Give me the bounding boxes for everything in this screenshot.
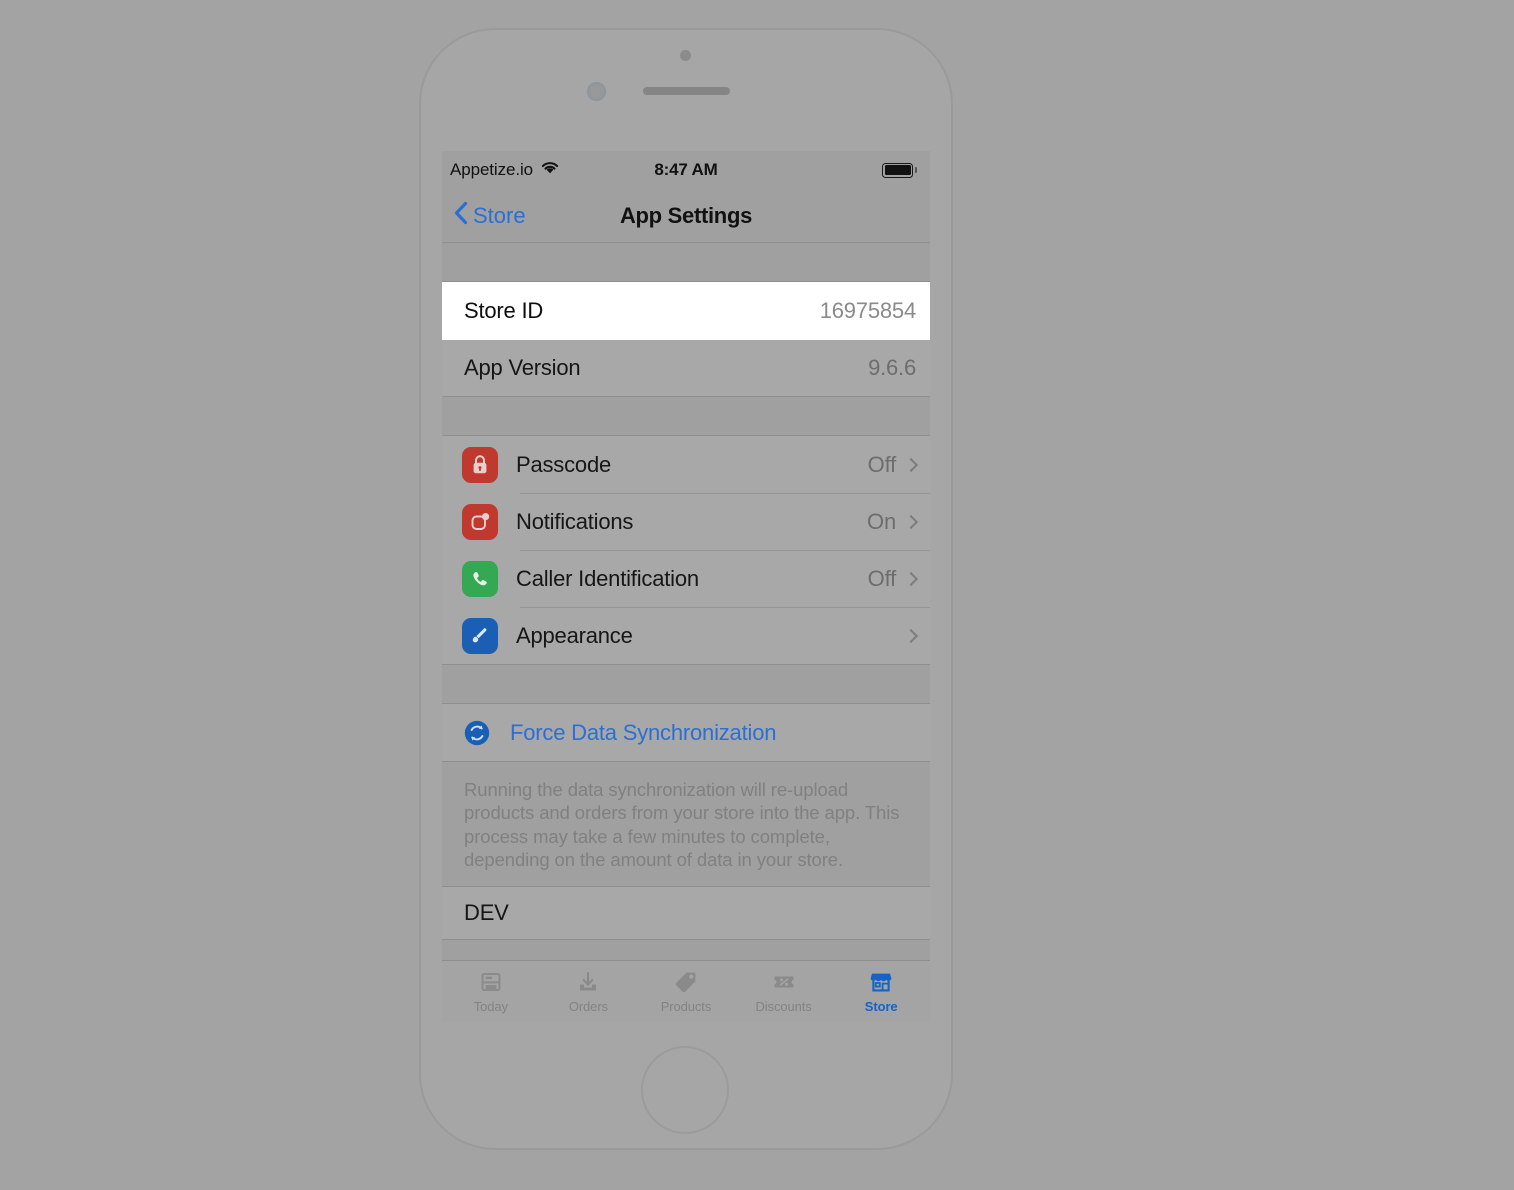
tab-orders-label: Orders	[568, 999, 608, 1014]
chevron-right-icon	[903, 571, 919, 586]
earpiece-speaker	[643, 87, 730, 95]
table-row-appearance[interactable]: Appearance	[442, 607, 930, 664]
settings-list: Store ID 16975854 App Version 9.6.6 Stor…	[442, 243, 930, 940]
phone-icon	[462, 560, 498, 597]
passcode-value: Off	[867, 451, 897, 477]
caller-identification-label: Caller Identification	[516, 565, 699, 591]
tab-orders[interactable]: Orders	[540, 961, 638, 1022]
tag-icon	[673, 969, 699, 995]
tab-bar: Today Orders Products Discounts Store	[442, 960, 930, 1022]
carrier-label: Appetize.io	[450, 160, 534, 179]
sync-group: Force Data Synchronization	[442, 703, 930, 762]
store-id-value: 16975854	[819, 298, 916, 323]
tab-today[interactable]: Today	[442, 961, 540, 1022]
carrier-group: Appetize.io	[450, 160, 560, 180]
storefront-icon	[868, 969, 894, 995]
chevron-right-icon	[903, 457, 919, 472]
table-row-store-id[interactable]: Store ID 16975854	[442, 282, 930, 340]
force-data-sync-button[interactable]: Force Data Synchronization	[442, 704, 930, 761]
tab-store[interactable]: Store	[832, 961, 930, 1022]
settings-group: Passcode Off Notifications On Caller Ide…	[442, 435, 930, 665]
lock-icon	[462, 446, 498, 483]
caller-identification-value: Off	[867, 565, 897, 591]
table-row-dev[interactable]: DEV	[442, 887, 930, 939]
table-row-passcode[interactable]: Passcode Off	[442, 436, 930, 493]
proximity-sensor-dot	[680, 50, 691, 61]
notifications-label: Notifications	[516, 508, 634, 534]
store-id-label: Store ID	[464, 298, 544, 323]
front-camera	[587, 82, 606, 101]
download-tray-icon	[575, 969, 601, 995]
notifications-value: On	[867, 508, 896, 534]
tab-discounts-label: Discounts	[755, 999, 812, 1014]
paintbrush-icon	[462, 617, 498, 654]
phone-screen: Appetize.io 8:47 AM Store App Settings A…	[442, 151, 930, 1022]
chevron-left-icon	[454, 201, 468, 231]
app-version-value: 9.6.6	[868, 354, 916, 380]
newspaper-icon	[478, 969, 504, 995]
app-version-label: App Version	[464, 354, 581, 380]
sync-circle-icon	[462, 718, 492, 748]
tab-store-label: Store	[864, 999, 898, 1014]
table-row-app-version[interactable]: App Version 9.6.6	[442, 339, 930, 396]
home-button[interactable]	[641, 1046, 729, 1134]
status-bar: Appetize.io 8:47 AM	[442, 151, 930, 189]
sync-footer-text: Running the data synchronization will re…	[464, 779, 900, 871]
dev-group: DEV	[442, 885, 930, 940]
battery-icon	[882, 162, 917, 178]
appearance-label: Appearance	[516, 622, 633, 648]
tab-today-label: Today	[473, 999, 508, 1014]
passcode-label: Passcode	[516, 451, 612, 477]
info-group: Store ID 16975854 App Version 9.6.6 Stor…	[442, 281, 930, 397]
chevron-right-icon	[903, 628, 919, 643]
ticket-percent-icon	[771, 969, 797, 995]
wifi-icon	[540, 160, 560, 180]
table-row-caller-identification[interactable]: Caller Identification Off	[442, 550, 930, 607]
chevron-right-icon	[903, 514, 919, 529]
tab-products-label: Products	[660, 999, 712, 1014]
back-button-label: Store	[473, 202, 526, 228]
tab-products[interactable]: Products	[637, 961, 735, 1022]
table-row-notifications[interactable]: Notifications On	[442, 493, 930, 550]
tab-discounts[interactable]: Discounts	[735, 961, 833, 1022]
back-button[interactable]: Store	[454, 201, 526, 231]
notifications-icon	[462, 503, 498, 540]
dev-label: DEV	[464, 899, 509, 925]
force-data-sync-label: Force Data Synchronization	[510, 719, 777, 745]
nav-bar: Store App Settings	[442, 189, 930, 243]
